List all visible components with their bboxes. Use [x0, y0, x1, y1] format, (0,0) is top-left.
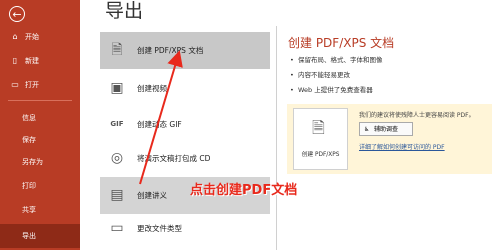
annotation-arrow	[139, 50, 183, 185]
annotation-text: 点击创建PDF文档	[190, 183, 298, 198]
